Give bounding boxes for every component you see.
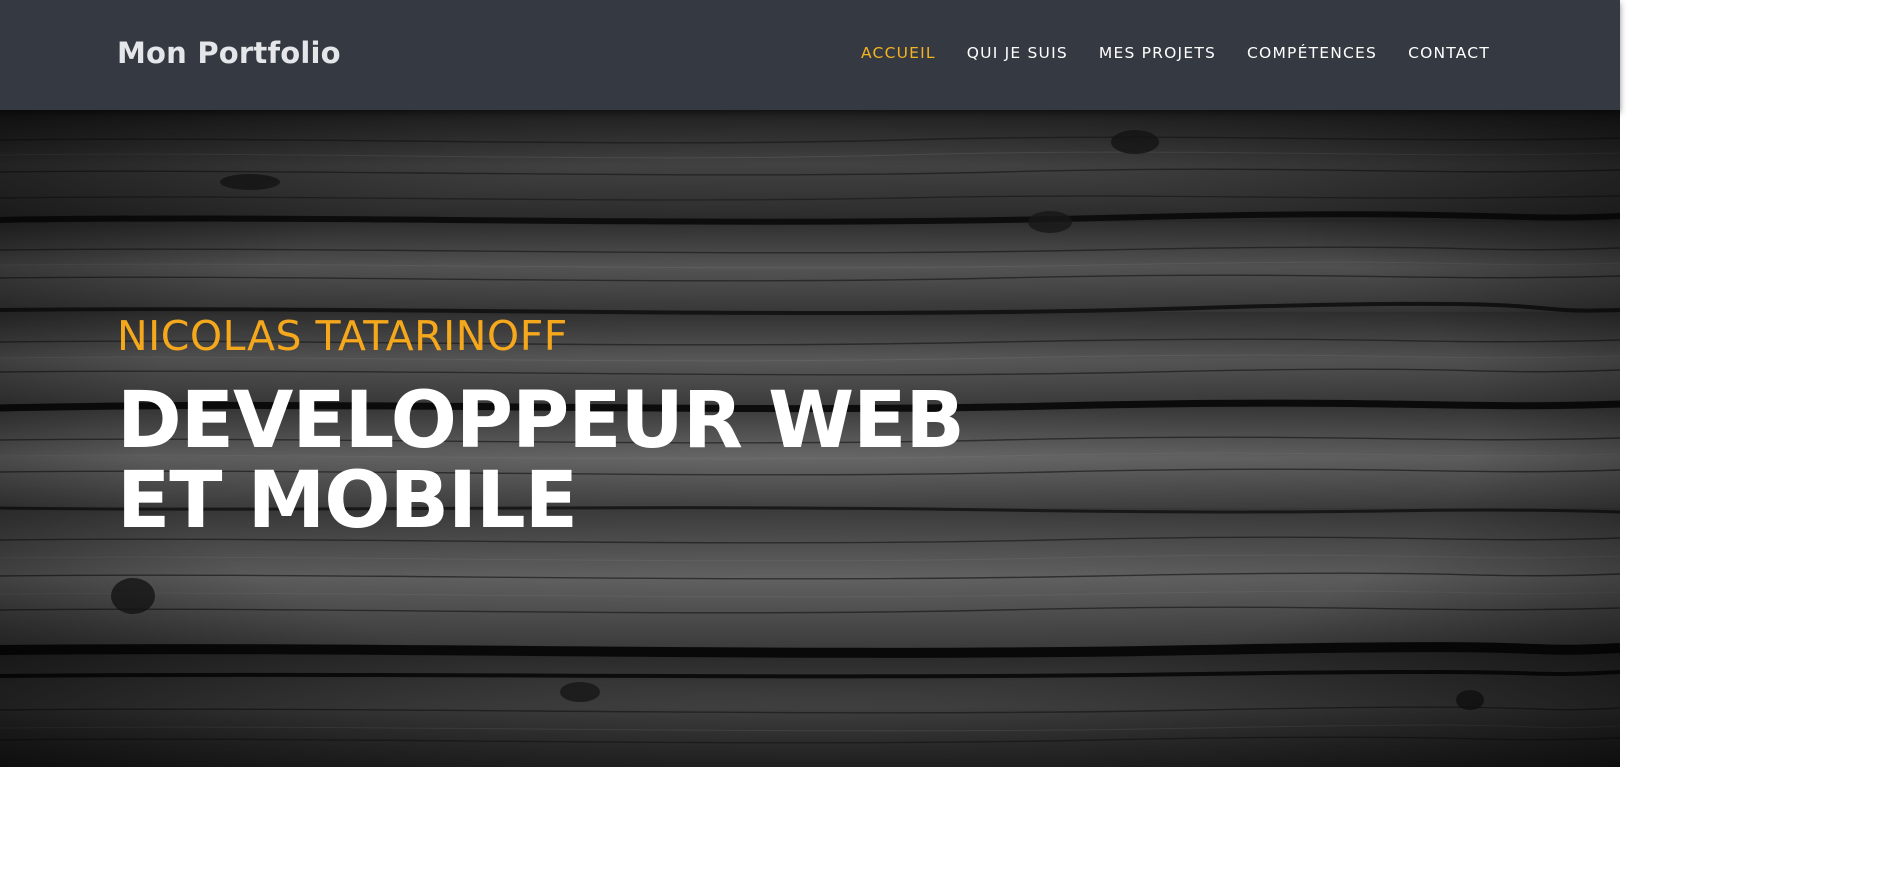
- brand-logo-link[interactable]: Mon Portfolio: [117, 36, 341, 70]
- nav-link-competences[interactable]: COMPÉTENCES: [1247, 44, 1377, 62]
- nav-link-accueil[interactable]: ACCUEIL: [861, 44, 936, 62]
- hero-content: NICOLAS TATARINOFF DEVELOPPEUR WEB ET MO…: [117, 312, 965, 546]
- nav-item-competences: COMPÉTENCES: [1247, 44, 1377, 63]
- hero-title-line-1: DEVELOPPEUR WEB: [117, 376, 965, 466]
- navbar: Mon Portfolio ACCUEIL QUI JE SUIS MES PR…: [0, 0, 1620, 110]
- page: Mon Portfolio ACCUEIL QUI JE SUIS MES PR…: [0, 0, 1892, 896]
- nav-link-qui-je-suis[interactable]: QUI JE SUIS: [967, 44, 1068, 62]
- hero-title: DEVELOPPEUR WEB ET MOBILE: [117, 376, 965, 546]
- nav-link-mes-projets[interactable]: MES PROJETS: [1099, 44, 1216, 62]
- nav-item-contact: CONTACT: [1408, 44, 1490, 63]
- nav-item-mes-projets: MES PROJETS: [1099, 44, 1216, 63]
- hero-section: NICOLAS TATARINOFF DEVELOPPEUR WEB ET MO…: [0, 110, 1620, 767]
- nav-item-accueil: ACCUEIL: [861, 44, 936, 63]
- nav-link-contact[interactable]: CONTACT: [1408, 44, 1490, 62]
- hero-subtitle: NICOLAS TATARINOFF: [117, 312, 568, 360]
- main-nav: ACCUEIL QUI JE SUIS MES PROJETS COMPÉTEN…: [830, 44, 1490, 63]
- nav-item-qui-je-suis: QUI JE SUIS: [967, 44, 1068, 63]
- hero-title-line-2: ET MOBILE: [117, 456, 578, 546]
